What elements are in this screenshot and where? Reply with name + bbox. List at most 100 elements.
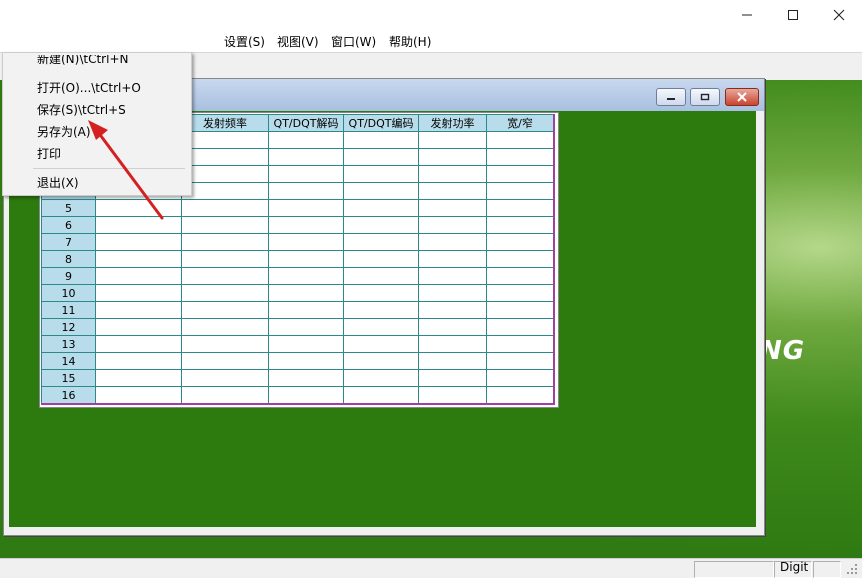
table-cell[interactable]: [418, 199, 487, 217]
table-cell[interactable]: [268, 318, 344, 336]
table-cell[interactable]: [418, 267, 487, 285]
table-cell[interactable]: [181, 318, 269, 336]
table-cell[interactable]: [486, 318, 555, 336]
table-cell[interactable]: [486, 233, 555, 251]
table-cell[interactable]: [486, 199, 555, 217]
table-cell[interactable]: [418, 233, 487, 251]
table-cell[interactable]: [95, 301, 182, 319]
resize-grip-icon[interactable]: [846, 563, 858, 575]
child-minimize-button[interactable]: [656, 88, 686, 106]
table-cell[interactable]: [343, 233, 419, 251]
row-number[interactable]: 7: [41, 233, 96, 251]
table-cell[interactable]: [343, 386, 419, 405]
table-cell[interactable]: [343, 148, 419, 166]
table-cell[interactable]: [268, 335, 344, 353]
table-cell[interactable]: [268, 165, 344, 183]
table-cell[interactable]: [181, 233, 269, 251]
menu-window[interactable]: 窗口(W): [331, 33, 376, 50]
row-number[interactable]: 6: [41, 216, 96, 234]
row-number[interactable]: 13: [41, 335, 96, 353]
table-cell[interactable]: [486, 216, 555, 234]
table-cell[interactable]: [95, 369, 182, 387]
table-cell[interactable]: [95, 250, 182, 268]
table-cell[interactable]: [418, 284, 487, 302]
table-cell[interactable]: [486, 131, 555, 149]
table-cell[interactable]: [181, 284, 269, 302]
row-number[interactable]: 9: [41, 267, 96, 285]
table-cell[interactable]: [486, 182, 555, 200]
row-number[interactable]: 10: [41, 284, 96, 302]
table-cell[interactable]: [268, 182, 344, 200]
table-cell[interactable]: [268, 131, 344, 149]
row-number[interactable]: 5: [41, 199, 96, 217]
column-header[interactable]: 发射功率: [418, 114, 487, 132]
row-number[interactable]: 11: [41, 301, 96, 319]
menu-view[interactable]: 视图(V): [277, 33, 319, 50]
column-header[interactable]: 宽/窄: [486, 114, 555, 132]
table-cell[interactable]: [343, 335, 419, 353]
column-header[interactable]: 发射频率: [181, 114, 269, 132]
table-cell[interactable]: [418, 386, 487, 405]
menu-item-save-as[interactable]: 另存为(A): [37, 123, 91, 140]
table-cell[interactable]: [181, 369, 269, 387]
table-cell[interactable]: [181, 267, 269, 285]
table-cell[interactable]: [343, 301, 419, 319]
table-cell[interactable]: [181, 335, 269, 353]
table-cell[interactable]: [418, 352, 487, 370]
table-cell[interactable]: [268, 148, 344, 166]
table-cell[interactable]: [343, 199, 419, 217]
table-cell[interactable]: [418, 369, 487, 387]
table-cell[interactable]: [181, 199, 269, 217]
table-cell[interactable]: [268, 352, 344, 370]
table-cell[interactable]: [95, 352, 182, 370]
table-cell[interactable]: [181, 216, 269, 234]
table-cell[interactable]: [268, 199, 344, 217]
table-cell[interactable]: [486, 301, 555, 319]
table-cell[interactable]: [181, 250, 269, 268]
table-cell[interactable]: [343, 131, 419, 149]
menu-item-new[interactable]: 新建(N)\tCtrl+N: [37, 55, 128, 69]
table-cell[interactable]: [418, 335, 487, 353]
table-cell[interactable]: [95, 267, 182, 285]
table-cell[interactable]: [268, 284, 344, 302]
table-cell[interactable]: [181, 386, 269, 405]
table-cell[interactable]: [486, 165, 555, 183]
table-cell[interactable]: [486, 250, 555, 268]
table-cell[interactable]: [181, 148, 269, 166]
table-cell[interactable]: [343, 182, 419, 200]
row-number[interactable]: 8: [41, 250, 96, 268]
table-cell[interactable]: [95, 233, 182, 251]
maximize-button[interactable]: [770, 0, 816, 30]
table-cell[interactable]: [268, 267, 344, 285]
table-cell[interactable]: [181, 182, 269, 200]
table-cell[interactable]: [343, 267, 419, 285]
table-cell[interactable]: [181, 165, 269, 183]
table-cell[interactable]: [95, 335, 182, 353]
table-cell[interactable]: [343, 250, 419, 268]
column-header[interactable]: QT/DQT解码: [268, 114, 344, 132]
table-cell[interactable]: [418, 318, 487, 336]
menu-item-print[interactable]: 打印: [37, 145, 61, 162]
child-close-button[interactable]: [725, 88, 759, 106]
menu-settings[interactable]: 设置(S): [224, 33, 265, 50]
table-cell[interactable]: [486, 369, 555, 387]
table-cell[interactable]: [418, 301, 487, 319]
table-cell[interactable]: [343, 284, 419, 302]
column-header[interactable]: QT/DQT编码: [343, 114, 419, 132]
table-cell[interactable]: [95, 216, 182, 234]
table-cell[interactable]: [268, 301, 344, 319]
table-cell[interactable]: [343, 352, 419, 370]
table-cell[interactable]: [486, 335, 555, 353]
menu-help[interactable]: 帮助(H): [389, 33, 431, 50]
close-button[interactable]: [816, 0, 862, 30]
table-cell[interactable]: [418, 216, 487, 234]
table-cell[interactable]: [181, 301, 269, 319]
table-cell[interactable]: [268, 386, 344, 405]
table-cell[interactable]: [343, 216, 419, 234]
table-cell[interactable]: [95, 199, 182, 217]
row-number[interactable]: 16: [41, 386, 96, 405]
row-number[interactable]: 12: [41, 318, 96, 336]
child-restore-button[interactable]: [690, 88, 720, 106]
table-cell[interactable]: [486, 267, 555, 285]
table-cell[interactable]: [343, 165, 419, 183]
